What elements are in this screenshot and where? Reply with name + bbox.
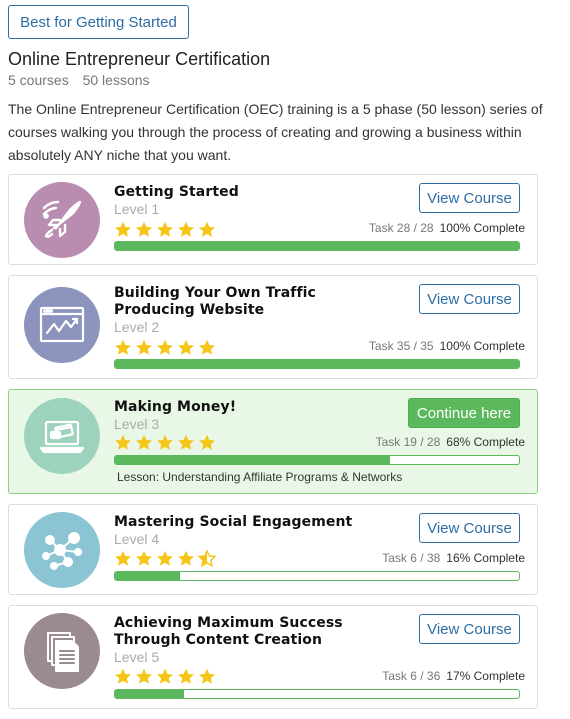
star-rating xyxy=(114,550,216,568)
course-card-getting-started: Getting Started Level 1 View Course Task… xyxy=(8,174,538,265)
course-title: Making Money! xyxy=(114,399,237,415)
task-count: Task 6 / 38 xyxy=(382,551,441,565)
progress-fill xyxy=(115,456,390,464)
course-title: Mastering Social Engagement xyxy=(114,514,353,530)
star-full-icon xyxy=(199,339,215,355)
star-rating xyxy=(114,668,216,686)
rocket-icon xyxy=(24,182,100,258)
star-full-icon xyxy=(157,668,173,684)
progress-bar xyxy=(114,455,520,465)
course-level: Level 2 xyxy=(114,319,160,335)
star-full-icon xyxy=(136,550,152,566)
course-count: 5 courses xyxy=(8,72,69,88)
percent-complete: 100% Complete xyxy=(439,221,525,235)
star-full-icon xyxy=(115,221,131,237)
course-card-building-website: Building Your Own Traffic Producing Webs… xyxy=(8,275,538,379)
course-title: Achieving Maximum Success Through Conten… xyxy=(114,615,343,648)
percent-complete: 100% Complete xyxy=(439,339,525,353)
star-full-icon xyxy=(157,434,173,450)
star-full-icon xyxy=(178,339,194,355)
percent-complete: 16% Complete xyxy=(446,551,525,565)
star-half-icon xyxy=(198,550,216,567)
course-level: Level 5 xyxy=(114,649,160,665)
star-full-icon xyxy=(115,339,131,355)
course-card-making-money: Making Money! Level 3 Continue here Task… xyxy=(8,389,538,494)
star-full-icon xyxy=(115,668,131,684)
star-full-icon xyxy=(199,221,215,237)
progress-fill xyxy=(115,360,519,368)
course-card-social-engagement: Mastering Social Engagement Level 4 View… xyxy=(8,504,538,595)
progress-fill xyxy=(115,690,184,698)
website-chart-icon xyxy=(24,287,100,363)
task-count: Task 6 / 36 xyxy=(382,669,441,683)
progress-fill xyxy=(115,242,519,250)
star-full-icon xyxy=(136,668,152,684)
view-course-button[interactable]: View Course xyxy=(419,183,520,213)
star-full-icon xyxy=(157,221,173,237)
task-count: Task 35 / 35 xyxy=(368,339,434,353)
progress-fill xyxy=(115,572,180,580)
view-course-button[interactable]: View Course xyxy=(419,614,520,644)
progress-bar xyxy=(114,359,520,369)
task-progress-text: Task 19 / 28 68% Complete xyxy=(376,435,525,449)
course-level: Level 1 xyxy=(114,201,160,217)
view-course-button[interactable]: View Course xyxy=(419,513,520,543)
continue-here-button[interactable]: Continue here xyxy=(408,398,520,428)
star-rating xyxy=(114,434,216,452)
social-network-icon xyxy=(24,512,100,588)
task-progress-text: Task 6 / 38 16% Complete xyxy=(382,551,525,565)
star-rating xyxy=(114,339,216,357)
star-full-icon xyxy=(136,434,152,450)
course-card-content-creation: Achieving Maximum Success Through Conten… xyxy=(8,605,538,709)
progress-bar xyxy=(114,571,520,581)
star-full-icon xyxy=(199,668,215,684)
star-full-icon xyxy=(115,434,131,450)
course-level: Level 4 xyxy=(114,531,160,547)
course-title: Getting Started xyxy=(114,184,239,200)
star-full-icon xyxy=(115,550,131,566)
star-full-icon xyxy=(136,339,152,355)
percent-complete: 17% Complete xyxy=(446,669,525,683)
best-for-getting-started-button[interactable]: Best for Getting Started xyxy=(8,5,189,39)
star-full-icon xyxy=(136,221,152,237)
star-full-icon xyxy=(178,668,194,684)
task-progress-text: Task 6 / 36 17% Complete xyxy=(382,669,525,683)
view-course-button[interactable]: View Course xyxy=(419,284,520,314)
task-count: Task 28 / 28 xyxy=(368,221,434,235)
star-full-icon xyxy=(199,434,215,450)
progress-bar xyxy=(114,241,520,251)
star-full-icon xyxy=(178,434,194,450)
task-progress-text: Task 28 / 28 100% Complete xyxy=(369,221,525,235)
laptop-payment-icon xyxy=(24,398,100,474)
task-progress-text: Task 35 / 35 100% Complete xyxy=(369,339,525,353)
page-title: Online Entrepreneur Certification xyxy=(8,49,271,69)
task-count: Task 19 / 28 xyxy=(375,435,441,449)
star-rating xyxy=(114,221,216,239)
star-full-icon xyxy=(157,339,173,355)
percent-complete: 68% Complete xyxy=(446,435,525,449)
course-title: Building Your Own Traffic Producing Webs… xyxy=(114,285,316,318)
documents-icon xyxy=(24,613,100,689)
lesson-count: 50 lessons xyxy=(82,72,150,88)
progress-bar xyxy=(114,689,520,699)
star-full-icon xyxy=(157,550,173,566)
star-full-icon xyxy=(178,221,194,237)
course-level: Level 3 xyxy=(114,416,160,432)
certification-description: The Online Entrepreneur Certification (O… xyxy=(8,101,543,163)
current-lesson-link[interactable]: Lesson: Understanding Affiliate Programs… xyxy=(117,470,402,484)
course-meta: 5 courses 50 lessons xyxy=(8,72,150,88)
star-full-icon xyxy=(178,550,194,566)
